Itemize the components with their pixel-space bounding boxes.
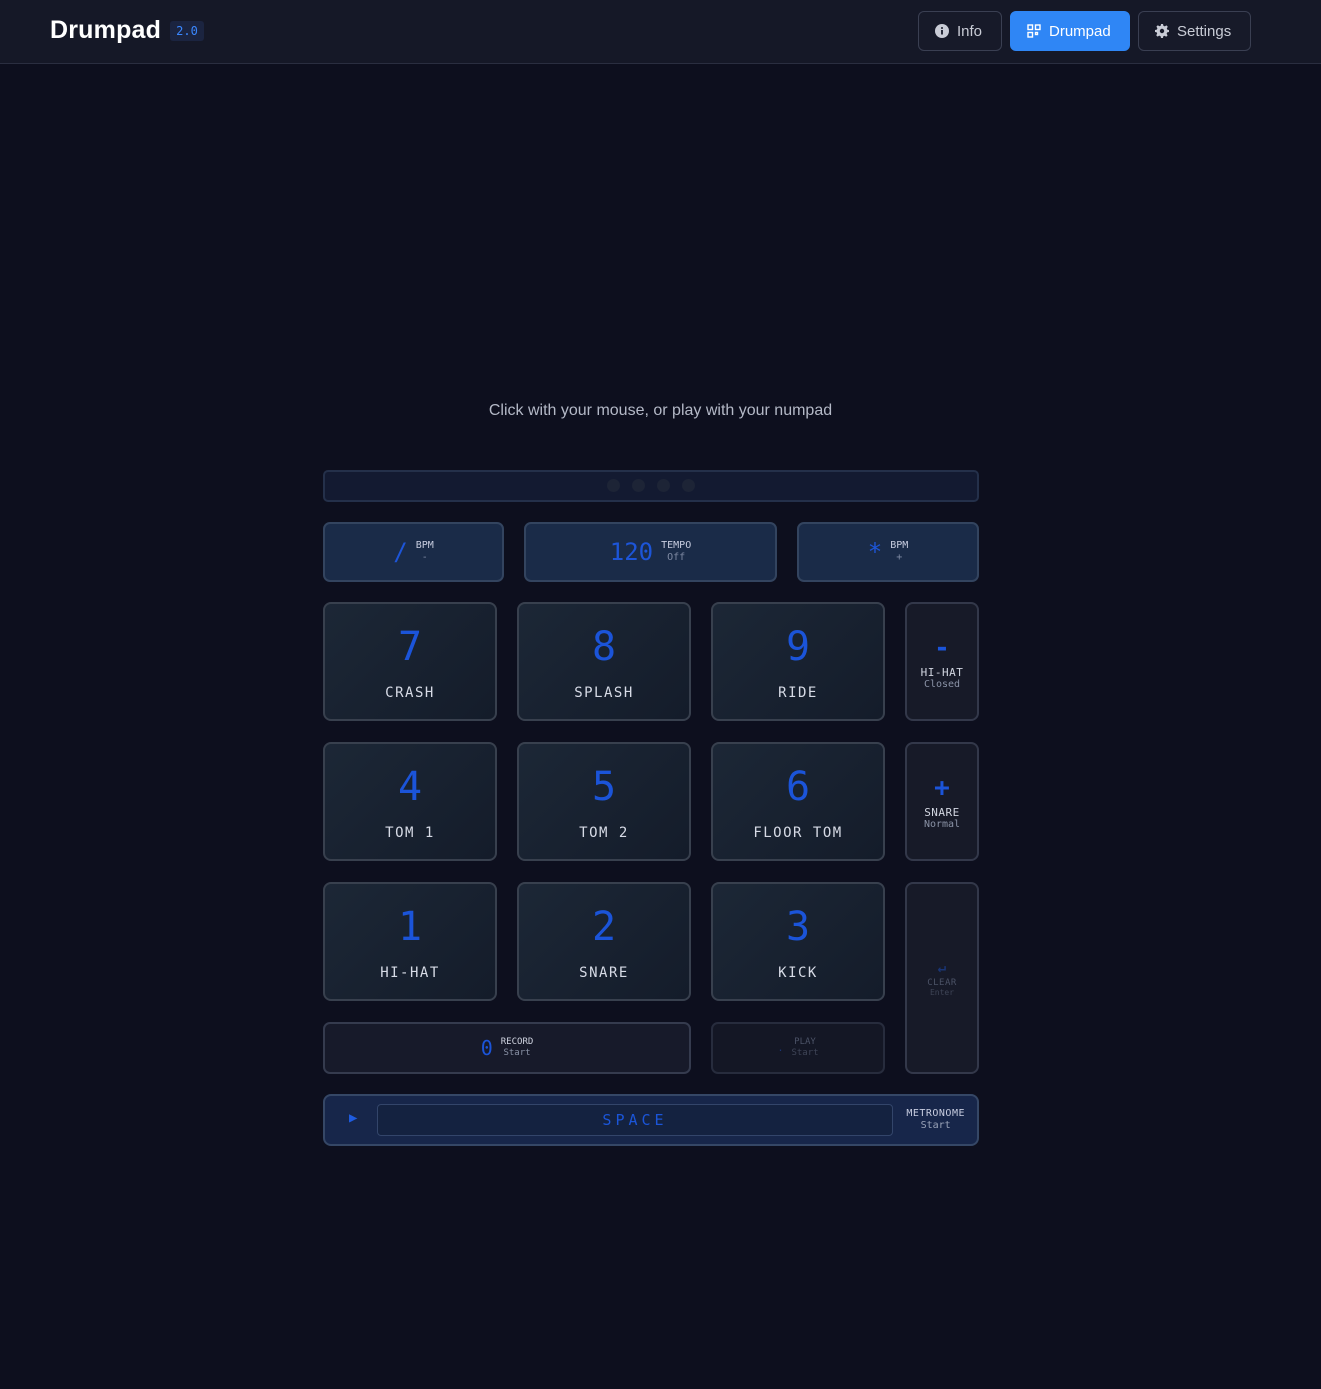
pad-name: HI-HAT [380, 965, 440, 981]
pad-name: SPLASH [574, 685, 634, 701]
tempo-sub: Off [667, 552, 686, 563]
play-icon: ▶ [349, 1110, 358, 1126]
minus-key: - [934, 632, 950, 663]
snare-mode-button[interactable]: + SNARE Normal [905, 742, 979, 861]
pad-snare[interactable]: 2 SNARE [517, 882, 691, 1001]
beat-display [323, 470, 979, 502]
pad-name: TOM 1 [385, 825, 435, 841]
nav-tabs: Info Drumpad Settings [918, 11, 1251, 51]
enter-icon: ↵ [937, 959, 947, 976]
grid-icon [1027, 24, 1041, 38]
tempo-button[interactable]: 120 TEMPO Off [524, 522, 777, 582]
record-label: RECORD [500, 1037, 534, 1047]
pad-key: 7 [397, 624, 423, 670]
instructions-text: Click with your mouse, or play with your… [488, 402, 833, 419]
tempo-value: 120 [609, 538, 654, 566]
bpm-up-button[interactable]: * BPM + [797, 522, 979, 582]
drumpad-button-label: Drumpad [1049, 22, 1111, 40]
beat-dot [657, 479, 670, 492]
beat-dot [682, 479, 695, 492]
snare-mode-label: SNARE [924, 805, 960, 819]
info-button[interactable]: Info [918, 11, 1002, 51]
pad-key: 2 [591, 904, 617, 950]
pad-floor-tom[interactable]: 6 FLOOR TOM [711, 742, 885, 861]
settings-button[interactable]: Settings [1138, 11, 1251, 51]
play-button[interactable]: . PLAY Start [711, 1022, 885, 1074]
metronome-sub: Start [920, 1120, 951, 1131]
pad-key: 5 [591, 764, 617, 810]
top-bar: Drumpad 2.0 Info Drumpad Settings [0, 0, 1321, 64]
pad-splash[interactable]: 8 SPLASH [517, 602, 691, 721]
play-sub: Start [791, 1048, 819, 1058]
pad-ride[interactable]: 9 RIDE [711, 602, 885, 721]
record-button[interactable]: 0 RECORD Start [323, 1022, 691, 1074]
hi-hat-mode-label: HI-HAT [920, 665, 964, 679]
pad-name: FLOOR TOM [753, 825, 843, 841]
plus-key: + [934, 772, 950, 803]
info-button-label: Info [957, 22, 983, 40]
pad-key: 8 [591, 624, 617, 670]
metronome-label: METRONOME [906, 1108, 965, 1119]
gear-icon [1155, 24, 1169, 38]
pad-hi-hat[interactable]: 1 HI-HAT [323, 882, 497, 1001]
clear-button[interactable]: ↵ CLEAR Enter [905, 882, 979, 1074]
pad-key: 9 [785, 624, 811, 670]
beat-indicators [607, 479, 695, 492]
tempo-label: TEMPO [661, 540, 692, 551]
record-sub: Start [503, 1048, 531, 1058]
pad-tom-2[interactable]: 5 TOM 2 [517, 742, 691, 861]
pad-name: KICK [778, 965, 818, 981]
pad-name: SNARE [579, 965, 629, 981]
clear-label: CLEAR [927, 977, 957, 988]
pad-key: 4 [397, 764, 423, 810]
pad-tom-1[interactable]: 4 TOM 1 [323, 742, 497, 861]
metronome-spacebar[interactable]: ▶ SPACE METRONOME Start [323, 1094, 979, 1146]
pad-key: 1 [397, 904, 423, 950]
play-key: . [777, 1042, 784, 1054]
bpm-up-label: BPM [890, 540, 909, 551]
brand: Drumpad 2.0 [50, 16, 204, 45]
pad-key: 6 [785, 764, 811, 810]
record-key: 0 [480, 1036, 493, 1060]
pad-kick[interactable]: 3 KICK [711, 882, 885, 1001]
play-label: PLAY [794, 1037, 816, 1047]
version-badge: 2.0 [170, 20, 204, 41]
beat-dot [607, 479, 620, 492]
pad-name: RIDE [778, 685, 818, 701]
bpm-down-button[interactable]: / BPM - [323, 522, 504, 582]
bpm-up-key: * [867, 538, 883, 566]
bpm-down-sub: - [421, 552, 428, 563]
settings-button-label: Settings [1177, 22, 1232, 40]
hi-hat-mode-button[interactable]: - HI-HAT Closed [905, 602, 979, 721]
pad-name: CRASH [385, 685, 435, 701]
pad-crash[interactable]: 7 CRASH [323, 602, 497, 721]
beat-dot [632, 479, 645, 492]
info-icon [935, 24, 949, 38]
bpm-up-sub: + [896, 552, 903, 563]
pad-name: TOM 2 [579, 825, 629, 841]
clear-sub: Enter [929, 987, 955, 997]
hi-hat-mode-value: Closed [923, 678, 961, 690]
drumpad-button[interactable]: Drumpad [1010, 11, 1130, 51]
app-title: Drumpad [50, 16, 162, 44]
snare-mode-value: Normal [923, 818, 961, 830]
pad-key: 3 [785, 904, 811, 950]
space-key[interactable]: SPACE [377, 1104, 893, 1136]
bpm-down-label: BPM [415, 540, 434, 551]
bpm-down-key: / [393, 538, 408, 566]
